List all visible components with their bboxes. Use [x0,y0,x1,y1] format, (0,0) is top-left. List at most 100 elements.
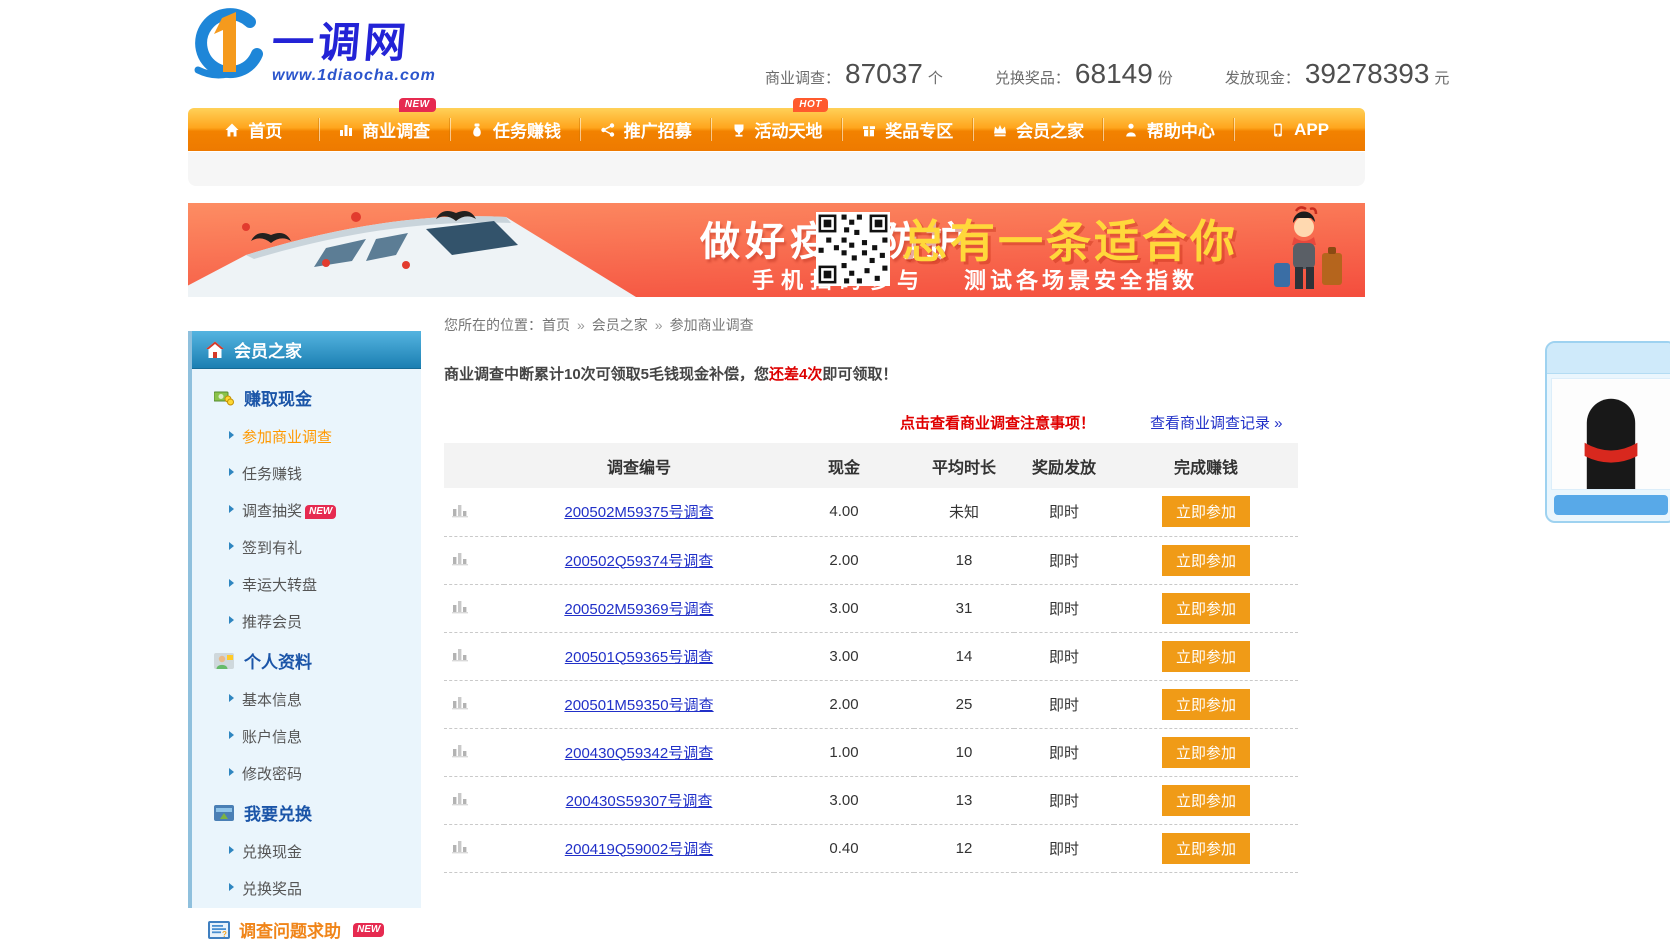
sidebar-item-exchange-cash[interactable]: 兑换现金 [192,833,421,870]
site-logo[interactable]: 一调网 www.1diaocha.com [188,8,436,85]
nav-item-app[interactable]: APP [1234,108,1365,151]
sidebar-item-account-info[interactable]: 账户信息 [192,718,421,755]
breadcrumb-member-home[interactable]: 会员之家 [592,317,648,333]
logo-mark-icon [188,8,268,84]
gift-icon [861,122,877,138]
join-now-button[interactable]: 立即参加 [1162,785,1250,816]
survey-link[interactable]: 200419Q59002号调查 [565,841,713,858]
banner-headline: 总有一条适合你 [902,205,1238,270]
nav-item-label: 商业调查 [362,117,430,142]
nav-item-label: 奖品专区 [885,117,953,142]
stat-cash: 发放现金： 39278393 元 [1225,58,1450,90]
survey-link[interactable]: 200430S59307号调查 [566,793,713,810]
sidebar-item-basic-info[interactable]: 基本信息 [192,681,421,718]
nav-item-label: 任务赚钱 [493,117,561,142]
train-illustration [188,203,636,297]
svg-text:?: ? [222,930,227,939]
nav-item-help-center[interactable]: 帮助中心 [1103,108,1234,151]
sidebar-item-label: 幸运大转盘 [242,577,317,594]
sidebar-item-label: 兑换现金 [242,844,302,861]
sidebar-item-join-business-survey[interactable]: 参加商业调查 [192,418,421,455]
qr-code [816,212,890,286]
sidebar-item-change-password[interactable]: 修改密码 [192,755,421,792]
breadcrumb-separator: » [655,317,663,333]
survey-duration: 25 [914,680,1014,728]
nav-item-home[interactable]: 首页 [188,108,319,151]
group-title: 赚取现金 [244,385,312,410]
table-row: 200502Q59374号调查 2.00 18 即时 立即参加 [444,536,1298,584]
nav-item-business-survey[interactable]: NEW 商业调查 [319,108,450,151]
survey-link[interactable]: 200430Q59342号调查 [565,745,713,762]
sidebar-item-label: 基本信息 [242,692,302,709]
survey-link[interactable]: 200501Q59365号调查 [565,649,713,666]
stat-value: 39278393 [1305,58,1430,90]
sidebar-item-refer-member[interactable]: 推荐会员 [192,603,421,640]
survey-link[interactable]: 200502M59369号调查 [564,601,713,618]
nav-item-task-earn[interactable]: 任务赚钱 [450,108,581,151]
sidebar-item-checkin-gift[interactable]: 签到有礼 [192,529,421,566]
sidebar-item-lucky-wheel[interactable]: 幸运大转盘 [192,566,421,603]
sidebar-item-survey-lottery[interactable]: 调查抽奖NEW [192,492,421,529]
nav-item-promote[interactable]: 推广招募 [580,108,711,151]
site-stats: 商业调查： 87037 个 兑换奖品： 68149 份 发放现金： 392783… [765,58,1449,90]
nav-item-prize-zone[interactable]: 奖品专区 [842,108,973,151]
nav-item-member-home[interactable]: 会员之家 [973,108,1104,151]
breadcrumb-home[interactable]: 首页 [542,317,570,333]
survey-reward: 即时 [1014,632,1114,680]
table-row: 200502M59375号调查 4.00 未知 即时 立即参加 [444,488,1298,536]
sidebar-group-exchange: 我要兑换 [192,792,421,833]
bar-chart-icon [452,793,469,810]
survey-link[interactable]: 200501M59350号调查 [564,697,713,714]
survey-cash: 3.00 [774,632,914,680]
survey-reward: 即时 [1014,536,1114,584]
bar-chart-icon [452,601,469,618]
nav-item-activities[interactable]: HOT 活动天地 [711,108,842,151]
popup-portrait [1551,378,1670,490]
sidebar-item-label: 兑换奖品 [242,881,302,898]
popup-button[interactable] [1554,495,1668,515]
survey-duration: 10 [914,728,1014,776]
survey-reward: 即时 [1014,680,1114,728]
stat-unit: 个 [928,67,943,88]
sidebar-item-label: 任务赚钱 [242,466,302,483]
join-now-button[interactable]: 立即参加 [1162,593,1250,624]
survey-notes-link[interactable]: 点击查看商业调查注意事项！ [900,412,1095,433]
sidebar-item-label: 调查问题求助 [239,917,341,942]
new-badge: NEW [399,98,436,112]
bar-chart-icon [452,505,469,522]
survey-reward: 即时 [1014,584,1114,632]
sidebar-group-profile: 个人资料 [192,640,421,681]
bar-chart-icon [452,745,469,762]
new-badge: NEW [353,923,384,937]
sidebar-item-exchange-prizes[interactable]: 兑换奖品 [192,870,421,907]
breadcrumb: 您所在的位置：首页»会员之家»参加商业调查 [444,315,754,335]
sidebar-item-task-earn[interactable]: 任务赚钱 [192,455,421,492]
table-body: 200502M59375号调查 4.00 未知 即时 立即参加 200502Q5… [444,488,1298,872]
survey-link[interactable]: 200502M59375号调查 [564,504,713,521]
join-now-button[interactable]: 立即参加 [1162,545,1250,576]
join-now-button[interactable]: 立即参加 [1162,641,1250,672]
join-now-button[interactable]: 立即参加 [1162,833,1250,864]
table-header: 平均时长 [914,443,1014,488]
survey-cash: 4.00 [774,488,914,536]
promo-banner[interactable]: 做好疫情防护 手机扫码参与 总有一条适合你 测试各场景安全指数 [188,203,1365,297]
table-header: 完成赚钱 [1114,443,1298,488]
trophy-icon [731,122,747,138]
join-now-button[interactable]: 立即参加 [1162,689,1250,720]
survey-link[interactable]: 200502Q59374号调查 [565,553,713,570]
help-doc-icon: ? [208,921,230,939]
nav-item-label: 活动天地 [755,117,823,142]
survey-cash: 3.00 [774,776,914,824]
bar-chart-icon [452,553,469,570]
join-now-button[interactable]: 立即参加 [1162,737,1250,768]
table-header-row: 调查编号 现金 平均时长 奖励发放 完成赚钱 [444,443,1298,488]
join-now-button[interactable]: 立即参加 [1162,496,1250,527]
main-nav: 首页 NEW 商业调查 任务赚钱 推广招募 HOT 活动天地 奖品专区 会员之家… [188,108,1365,151]
nav-item-label: 帮助中心 [1147,117,1215,142]
survey-record-link[interactable]: 查看商业调查记录 » [1150,412,1283,433]
customer-service-popup[interactable] [1545,341,1670,523]
sidebar-item-label: 参加商业调查 [242,429,332,446]
sidebar-item-survey-help[interactable]: ? 调查问题求助 NEW [192,907,421,942]
group-title: 个人资料 [244,648,312,673]
breadcrumb-separator: » [577,317,585,333]
